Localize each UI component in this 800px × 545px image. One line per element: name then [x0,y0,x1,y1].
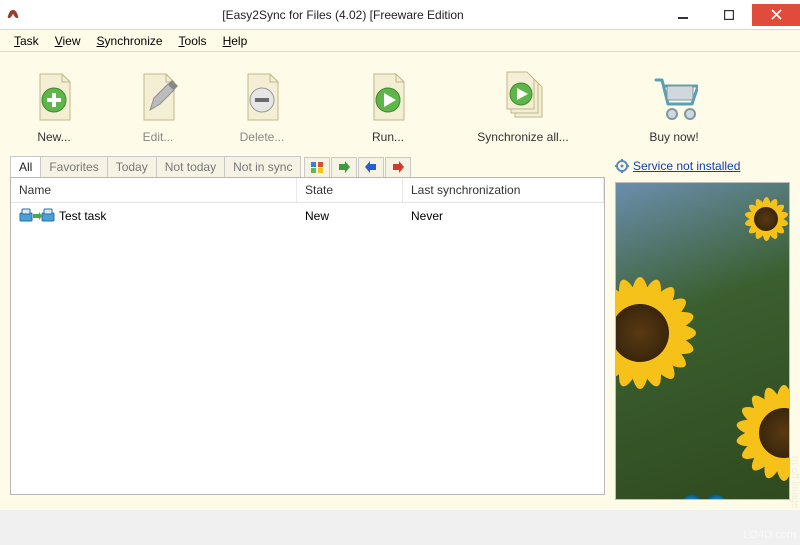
task-list: Name State Last synchronization [10,177,605,495]
run-label: Run... [372,130,404,144]
watermark: LO4D.com [743,529,796,541]
tab-today[interactable]: Today [107,156,157,177]
delete-label: Delete... [240,130,285,144]
filter-tabs: All Favorites Today Not today Not in syn… [10,156,605,177]
filter-icon-back-blue[interactable] [358,157,384,177]
row-state: New [297,205,403,227]
tab-not-today[interactable]: Not today [156,156,225,177]
edit-file-icon [134,70,182,126]
sync-pair-icon [19,207,55,225]
new-label: New... [37,130,70,144]
app-icon [0,0,26,30]
maximize-button[interactable] [706,4,752,26]
column-name[interactable]: Name [11,178,297,202]
column-last-sync[interactable]: Last synchronization [403,178,604,202]
promo-image[interactable] [615,182,790,500]
delete-file-icon [238,70,286,126]
buy-now-label: Buy now! [649,130,698,144]
service-link[interactable]: Service not installed [633,159,740,173]
menu-task[interactable]: Task [6,32,47,50]
row-name: Test task [59,209,106,223]
toolbar: New... Edit... Delete... [0,52,800,156]
title-bar: [Easy2Sync for Files (4.02) [Freeware Ed… [0,0,800,30]
menu-view[interactable]: View [47,32,89,50]
delete-button[interactable]: Delete... [216,70,308,144]
synchronize-all-button[interactable]: Synchronize all... [468,70,578,144]
tab-not-in-sync[interactable]: Not in sync [224,156,301,177]
run-file-icon [364,70,412,126]
service-status: Service not installed [615,156,790,176]
run-button[interactable]: Run... [342,70,434,144]
column-state[interactable]: State [297,178,403,202]
tab-all[interactable]: All [10,156,41,177]
new-file-icon [30,70,78,126]
tab-favorites[interactable]: Favorites [40,156,107,177]
gear-icon [615,159,629,173]
shopping-cart-icon [650,70,698,126]
list-header: Name State Last synchronization [11,178,604,203]
sync-all-icon [499,70,547,126]
filter-icon-forward-red[interactable] [385,157,411,177]
menu-synchronize[interactable]: Synchronize [89,32,171,50]
row-last-sync: Never [403,205,604,227]
table-row[interactable]: Test task New Never [11,203,604,229]
minimize-button[interactable] [660,4,706,26]
filter-icon-multi[interactable] [304,157,330,177]
sync-all-label: Synchronize all... [477,130,568,144]
edit-label: Edit... [143,130,174,144]
menu-bar: Task View Synchronize Tools Help [0,30,800,52]
new-button[interactable]: New... [8,70,100,144]
menu-tools[interactable]: Tools [171,32,215,50]
side-caption: rn off image [789,456,800,509]
window-controls [660,4,800,26]
edit-button[interactable]: Edit... [112,70,204,144]
buy-now-button[interactable]: Buy now! [628,70,720,144]
close-button[interactable] [752,4,800,26]
filter-icon-forward-green[interactable] [331,157,357,177]
window-title: [Easy2Sync for Files (4.02) [Freeware Ed… [26,8,660,22]
work-area: All Favorites Today Not today Not in syn… [0,156,800,510]
menu-help[interactable]: Help [215,32,256,50]
